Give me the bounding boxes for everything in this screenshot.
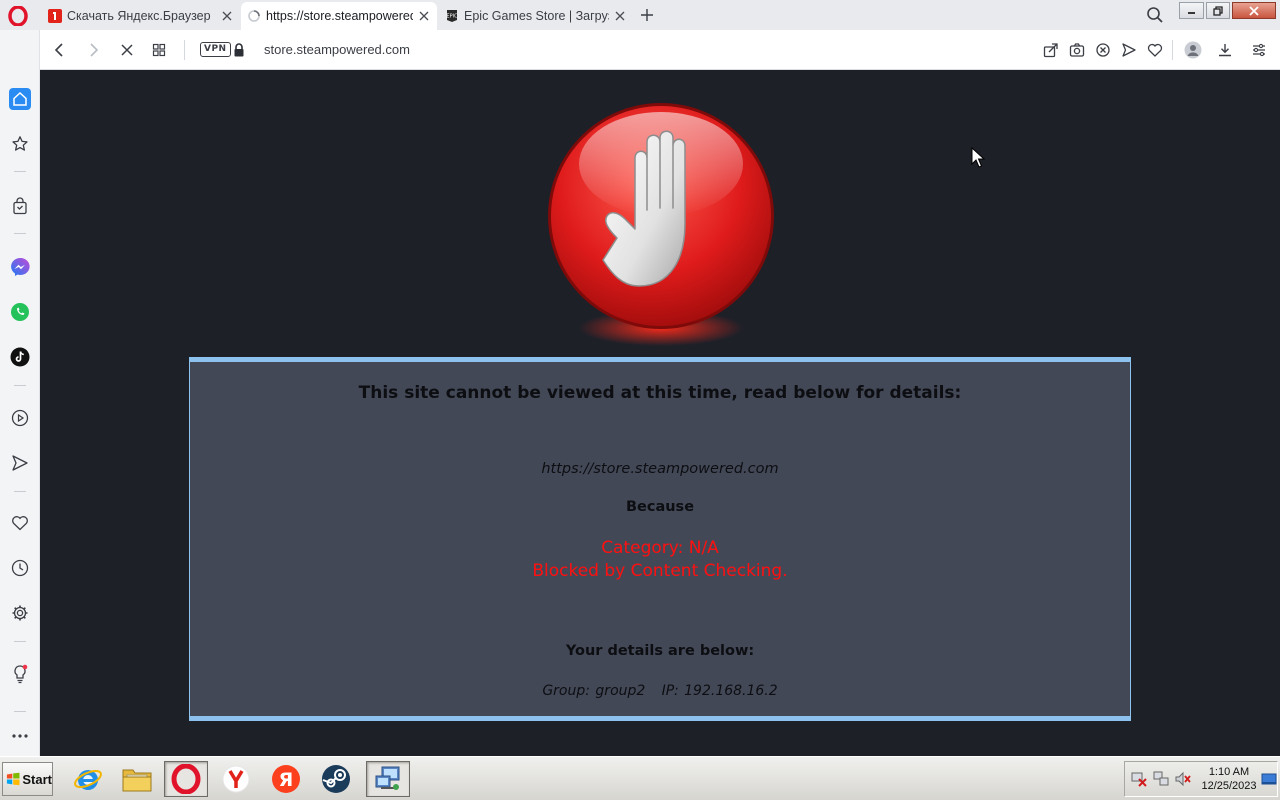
sidebar-divider xyxy=(14,491,26,492)
network-app-icon[interactable] xyxy=(366,761,410,797)
sidebar-whatsapp-icon[interactable] xyxy=(9,301,31,323)
network-connections-icon[interactable] xyxy=(1153,771,1169,787)
details-heading: Your details are below: xyxy=(565,643,755,659)
sidebar-shopping-icon[interactable] xyxy=(9,195,31,217)
tab-search-icon[interactable] xyxy=(1146,6,1164,24)
block-heading: This site cannot be viewed at this time,… xyxy=(358,383,962,403)
volume-muted-icon[interactable] xyxy=(1175,771,1191,787)
taskbar: Start Я 1:10 AM 12/25/2023 xyxy=(0,756,1280,800)
mouse-cursor-icon xyxy=(971,147,985,168)
internet-explorer-icon[interactable] xyxy=(66,761,110,797)
easy-setup-menu-icon[interactable] xyxy=(1250,41,1268,59)
sidebar-messenger-icon[interactable] xyxy=(9,256,31,278)
block-message-panel: This site cannot be viewed at this time,… xyxy=(189,357,1131,721)
sidebar-tiktok-icon[interactable] xyxy=(9,346,31,368)
new-tab-icon[interactable] xyxy=(638,6,656,24)
sidebar-home-icon[interactable] xyxy=(9,88,31,110)
group-ip-details: Group: group2 IP: 192.168.16.2 xyxy=(542,683,778,699)
tab-title: Epic Games Store | Загрузки xyxy=(464,9,609,23)
tab-title: https://store.steampowered.com xyxy=(266,9,413,23)
sidebar-history-icon[interactable] xyxy=(9,557,31,579)
opera-taskbar-icon[interactable] xyxy=(164,761,208,797)
sidebar-divider xyxy=(14,711,26,712)
stop-hand-icon xyxy=(548,103,774,346)
system-tray: 1:10 AM 12/25/2023 xyxy=(1124,761,1278,797)
yandex-icon[interactable]: Я xyxy=(264,761,308,797)
camera-icon[interactable] xyxy=(1068,41,1086,59)
tab-epic-games[interactable]: EPIC Epic Games Store | Загрузки xyxy=(439,2,633,30)
opera-menu-icon[interactable] xyxy=(8,6,28,26)
profile-avatar-icon[interactable] xyxy=(1184,41,1202,59)
favorite-heart-icon[interactable] xyxy=(1146,41,1164,59)
yandex-download-favicon xyxy=(48,9,62,23)
loading-spinner-icon xyxy=(247,9,261,23)
windows-logo-icon xyxy=(6,772,20,786)
downloads-icon[interactable] xyxy=(1216,41,1234,59)
block-category: Category: N/A xyxy=(601,538,719,558)
blocked-page: This site cannot be viewed at this time,… xyxy=(40,70,1280,756)
yandex-browser-icon[interactable] xyxy=(214,761,258,797)
address-divider xyxy=(184,40,185,60)
epic-games-favicon: EPIC xyxy=(445,9,459,23)
tab-close-icon[interactable] xyxy=(220,9,234,23)
send-icon[interactable] xyxy=(1120,41,1138,59)
tab-yandex-download[interactable]: Скачать Яндекс.Браузер xyxy=(42,2,240,30)
sidebar-send-icon[interactable] xyxy=(9,452,31,474)
clock[interactable]: 1:10 AM 12/25/2023 xyxy=(1199,765,1259,793)
clock-time: 1:10 AM xyxy=(1208,766,1250,778)
sidebar-divider xyxy=(14,233,26,234)
ad-blocker-icon[interactable] xyxy=(1094,41,1112,59)
sidebar-speed-dial-icon[interactable] xyxy=(9,133,31,155)
sidebar-divider xyxy=(14,385,26,386)
tab-title: Скачать Яндекс.Браузер xyxy=(67,9,211,23)
because-label: Because xyxy=(625,499,695,515)
sidebar-bookmarks-heart-icon[interactable] xyxy=(9,512,31,534)
stop-loading-icon[interactable] xyxy=(118,41,136,59)
steam-icon[interactable] xyxy=(314,761,358,797)
close-window-button[interactable] xyxy=(1232,2,1276,19)
tab-grid-icon[interactable] xyxy=(150,41,168,59)
vpn-badge[interactable]: VPN xyxy=(200,42,231,57)
toolbar-divider xyxy=(1172,40,1173,60)
start-label: Start xyxy=(22,771,52,787)
svg-text:EPIC: EPIC xyxy=(446,14,458,20)
back-icon[interactable] xyxy=(51,41,69,59)
show-desktop-icon[interactable] xyxy=(1261,771,1277,787)
address-bar: VPN store.steampowered.com xyxy=(40,30,1280,70)
tab-close-icon[interactable] xyxy=(417,9,431,23)
sidebar-settings-gear-icon[interactable] xyxy=(9,602,31,624)
screen: Скачать Яндекс.Браузер https://store.ste… xyxy=(0,0,1280,800)
sidebar-divider xyxy=(14,171,26,172)
network-error-icon[interactable] xyxy=(1131,771,1147,787)
file-explorer-icon[interactable] xyxy=(115,761,159,797)
tab-close-icon[interactable] xyxy=(613,9,627,23)
blocked-url: https://store.steampowered.com xyxy=(541,461,779,477)
block-reason: Blocked by Content Checking. xyxy=(532,561,788,581)
share-icon[interactable] xyxy=(1042,41,1060,59)
forward-icon[interactable] xyxy=(84,41,102,59)
tab-steam-store[interactable]: https://store.steampowered.com xyxy=(241,2,437,30)
clock-date: 12/25/2023 xyxy=(1201,780,1257,792)
restore-button[interactable] xyxy=(1206,2,1230,19)
sidebar-tips-bulb-icon[interactable] xyxy=(9,663,31,685)
start-button[interactable]: Start xyxy=(2,762,53,796)
tab-strip: Скачать Яндекс.Браузер https://store.ste… xyxy=(0,0,1280,30)
lock-icon[interactable] xyxy=(232,42,246,58)
sidebar-more-icon[interactable] xyxy=(9,725,31,747)
minimize-button[interactable] xyxy=(1179,2,1204,19)
url-field[interactable]: store.steampowered.com xyxy=(264,42,410,57)
svg-text:Я: Я xyxy=(279,769,294,791)
sidebar-player-icon[interactable] xyxy=(9,407,31,429)
sidebar-divider xyxy=(14,641,26,642)
sidebar xyxy=(0,30,40,756)
